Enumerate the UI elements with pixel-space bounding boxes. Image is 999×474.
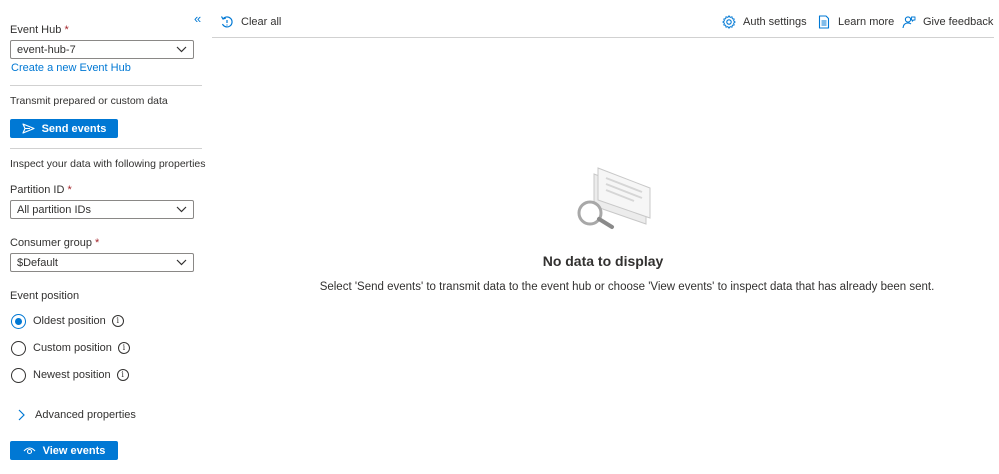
consumer-group-dropdown[interactable]: $Default xyxy=(10,253,194,272)
radio-label: Oldest position xyxy=(33,315,106,327)
clear-all-label: Clear all xyxy=(241,16,282,28)
radio-button-checked[interactable] xyxy=(11,313,26,329)
required-mark: * xyxy=(95,237,100,249)
eye-icon xyxy=(23,447,36,455)
event-hub-label-text: Event Hub xyxy=(10,24,62,36)
chevron-down-icon xyxy=(176,46,187,53)
chevron-down-icon xyxy=(176,206,187,213)
empty-state-description: Select 'Send events' to transmit data to… xyxy=(319,281,935,293)
consumer-group-value: $Default xyxy=(17,257,58,269)
send-events-button[interactable]: Send events xyxy=(10,119,118,138)
transmit-text: Transmit prepared or custom data xyxy=(10,95,168,107)
event-position-label: Event position xyxy=(10,290,80,302)
learn-more-button[interactable]: Learn more xyxy=(817,15,894,29)
advanced-properties-label: Advanced properties xyxy=(35,409,136,421)
create-event-hub-link[interactable]: Create a new Event Hub xyxy=(11,62,131,74)
clear-all-button[interactable]: Clear all xyxy=(220,15,281,29)
consumer-group-label: Consumer group * xyxy=(10,237,99,249)
divider xyxy=(10,148,202,149)
view-events-label: View events xyxy=(42,444,106,457)
radio-newest-position[interactable]: Newest position i xyxy=(11,367,129,383)
partition-id-dropdown[interactable]: All partition IDs xyxy=(10,200,194,219)
partition-id-value: All partition IDs xyxy=(17,204,91,216)
radio-button[interactable] xyxy=(11,367,26,383)
collapse-panel-icon[interactable]: « xyxy=(194,12,208,26)
auth-settings-label: Auth settings xyxy=(743,16,807,28)
advanced-properties-toggle[interactable]: Advanced properties xyxy=(18,409,136,421)
feedback-icon xyxy=(902,16,916,29)
partition-id-label: Partition ID * xyxy=(10,184,72,196)
radio-button[interactable] xyxy=(11,340,26,356)
event-hub-label: Event Hub * xyxy=(10,24,69,36)
radio-label: Custom position xyxy=(33,342,112,354)
info-icon[interactable]: i xyxy=(111,315,124,327)
view-events-button[interactable]: View events xyxy=(10,441,118,460)
give-feedback-button[interactable]: Give feedback xyxy=(902,15,993,29)
auth-settings-button[interactable]: Auth settings xyxy=(722,15,807,29)
send-events-label: Send events xyxy=(41,122,107,135)
send-icon xyxy=(22,123,35,134)
info-icon[interactable]: i xyxy=(117,342,130,354)
radio-oldest-position[interactable]: Oldest position i xyxy=(11,313,124,329)
chevron-down-icon xyxy=(176,259,187,266)
toolbar: Clear all Auth settings Learn more Give … xyxy=(212,0,994,38)
clear-icon xyxy=(220,16,233,28)
radio-label: Newest position xyxy=(33,369,111,381)
empty-state-title: No data to display xyxy=(542,253,664,269)
left-panel: « Event Hub * event-hub-7 Create a new E… xyxy=(0,0,210,474)
event-hub-dropdown[interactable]: event-hub-7 xyxy=(10,40,194,59)
document-icon xyxy=(818,15,830,29)
empty-state-illustration xyxy=(577,167,651,229)
required-mark: * xyxy=(67,184,72,196)
chevron-right-icon xyxy=(18,409,25,421)
radio-custom-position[interactable]: Custom position i xyxy=(11,340,130,356)
give-feedback-label: Give feedback xyxy=(923,16,994,28)
gear-icon xyxy=(722,15,736,29)
consumer-group-label-text: Consumer group xyxy=(10,237,92,249)
divider xyxy=(10,85,202,86)
inspect-text: Inspect your data with following propert… xyxy=(10,158,206,170)
event-hub-value: event-hub-7 xyxy=(17,44,76,56)
partition-id-label-text: Partition ID xyxy=(10,184,65,196)
required-mark: * xyxy=(64,24,69,36)
info-icon[interactable]: i xyxy=(116,369,129,381)
learn-more-label: Learn more xyxy=(838,16,895,28)
